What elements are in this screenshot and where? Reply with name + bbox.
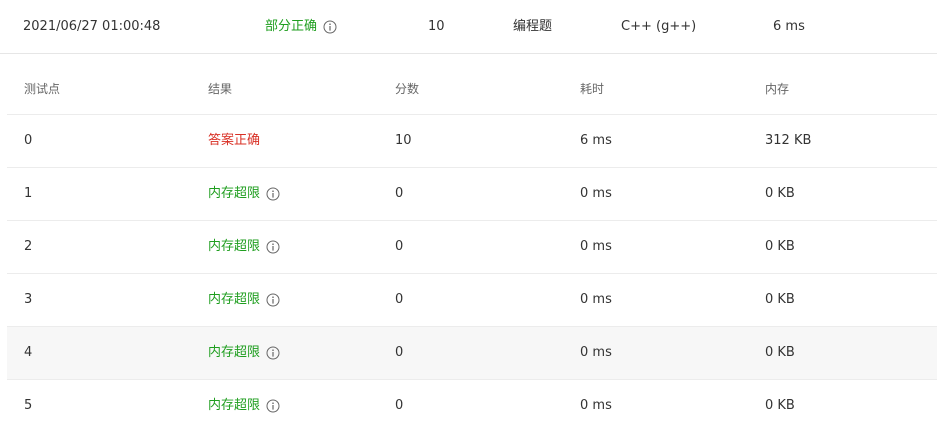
result-label: 内存超限	[208, 186, 261, 201]
case-score: 0	[395, 398, 404, 413]
case-time: 0 ms	[580, 239, 612, 254]
case-time: 0 ms	[580, 345, 612, 360]
header-memory: 内存	[765, 81, 790, 96]
submission-time-cost: 6 ms	[773, 19, 805, 34]
test-case-table: 测试点 结果 分数 耗时 内存 0 答案正确 10 6 ms 312 KB 1 …	[7, 63, 937, 432]
submission-status-label: 部分正确	[265, 19, 318, 34]
case-memory: 312 KB	[765, 133, 812, 148]
table-row: 5 内存超限 0 0 ms 0 KB	[7, 380, 937, 432]
case-score: 0	[395, 345, 404, 360]
header-time: 耗时	[580, 81, 605, 96]
case-id: 4	[24, 345, 33, 360]
case-result[interactable]: 内存超限	[208, 398, 280, 414]
table-row: 2 内存超限 0 0 ms 0 KB	[7, 221, 937, 274]
table-row: 4 内存超限 0 0 ms 0 KB	[7, 327, 937, 380]
case-id: 3	[24, 292, 33, 307]
case-time: 0 ms	[580, 398, 612, 413]
header-case: 测试点	[24, 81, 61, 96]
case-memory: 0 KB	[765, 239, 795, 254]
info-icon[interactable]	[266, 399, 280, 413]
info-icon[interactable]	[266, 293, 280, 307]
case-time: 0 ms	[580, 292, 612, 307]
case-score: 10	[395, 133, 412, 148]
info-icon[interactable]	[266, 346, 280, 360]
case-id: 0	[24, 133, 33, 148]
result-label: 内存超限	[208, 398, 261, 413]
submit-time: 2021/06/27 01:00:48	[23, 19, 161, 34]
compiler-language: C++ (g++)	[621, 19, 697, 34]
header-result: 结果	[208, 81, 233, 96]
info-icon[interactable]	[323, 20, 337, 34]
problem-type: 编程题	[513, 19, 553, 34]
result-label: 内存超限	[208, 292, 261, 307]
table-row: 1 内存超限 0 0 ms 0 KB	[7, 168, 937, 221]
submission-score: 10	[428, 19, 445, 34]
case-memory: 0 KB	[765, 186, 795, 201]
case-id: 2	[24, 239, 33, 254]
result-label: 内存超限	[208, 345, 261, 360]
case-id: 1	[24, 186, 33, 201]
case-result[interactable]: 内存超限	[208, 292, 280, 308]
case-result[interactable]: 内存超限	[208, 345, 280, 361]
case-score: 0	[395, 239, 404, 254]
case-result[interactable]: 内存超限	[208, 239, 280, 255]
case-result[interactable]: 内存超限	[208, 186, 280, 202]
submission-status[interactable]: 部分正确	[265, 19, 337, 35]
table-row: 0 答案正确 10 6 ms 312 KB	[7, 115, 937, 168]
result-label: 内存超限	[208, 239, 261, 254]
submission-summary-row: 2021/06/27 01:00:48 部分正确 10 编程题 C++ (g++…	[0, 0, 937, 54]
table-header-row: 测试点 结果 分数 耗时 内存	[7, 63, 937, 115]
submission-detail: 2021/06/27 01:00:48 部分正确 10 编程题 C++ (g++…	[0, 0, 937, 432]
info-icon[interactable]	[266, 240, 280, 254]
table-row: 3 内存超限 0 0 ms 0 KB	[7, 274, 937, 327]
case-memory: 0 KB	[765, 292, 795, 307]
info-icon[interactable]	[266, 187, 280, 201]
case-memory: 0 KB	[765, 345, 795, 360]
case-time: 0 ms	[580, 186, 612, 201]
case-score: 0	[395, 186, 404, 201]
case-id: 5	[24, 398, 33, 413]
case-memory: 0 KB	[765, 398, 795, 413]
header-score: 分数	[395, 81, 420, 96]
result-label: 答案正确	[208, 133, 261, 148]
case-score: 0	[395, 292, 404, 307]
case-time: 6 ms	[580, 133, 612, 148]
case-result: 答案正确	[208, 133, 260, 149]
